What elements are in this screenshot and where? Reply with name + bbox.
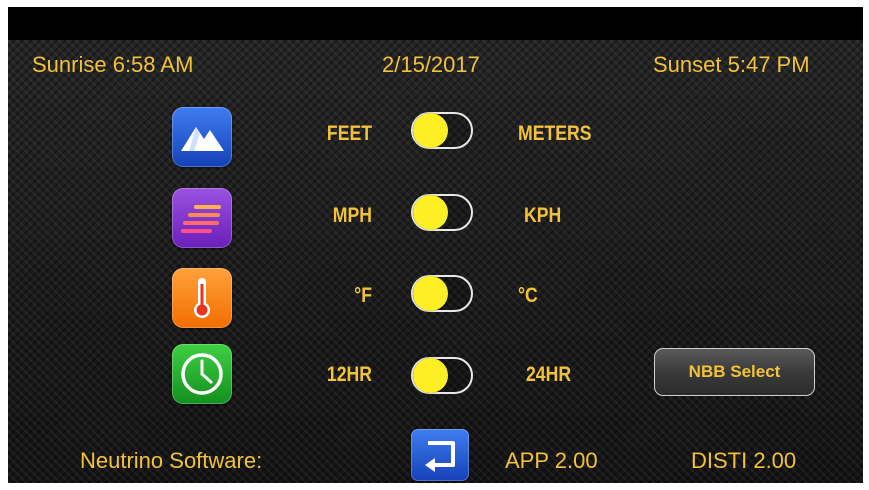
app-version: APP 2.00 [505,448,598,473]
celsius-label: °C [518,284,538,307]
settings-screen: Sunrise 6:58 AM 2/15/2017 Sunset 5:47 PM… [8,7,863,483]
toggle-knob [413,113,448,148]
kph-label: KPH [524,204,562,227]
fahrenheit-label: °F [354,284,372,307]
disti-version: DISTI 2.00 [691,448,797,473]
mountain-icon [172,107,232,167]
sunset-time: Sunset 5:47 PM [653,52,810,77]
speed-unit-toggle[interactable] [411,194,473,231]
neutrino-software-label: Neutrino Software: [80,448,263,473]
nbb-select-button[interactable]: NBB Select [654,348,815,396]
temperature-unit-toggle[interactable] [411,275,473,312]
speed-lines-icon [172,188,232,248]
meters-label: METERS [518,122,592,145]
clock-format-toggle[interactable] [411,357,473,394]
return-arrow-icon[interactable] [411,429,469,481]
toggle-knob [413,276,448,311]
toggle-knob [413,358,448,393]
thermometer-icon [172,268,232,328]
12hr-label: 12HR [326,363,372,386]
mph-label: MPH [332,204,372,227]
altitude-unit-toggle[interactable] [411,112,473,149]
top-status-bar [8,7,863,40]
toggle-knob [413,195,448,230]
sunrise-time: Sunrise 6:58 AM [32,52,194,77]
current-date: 2/15/2017 [382,52,480,77]
24hr-label: 24HR [526,363,572,386]
clock-icon [172,344,232,404]
feet-label: FEET [326,122,372,145]
